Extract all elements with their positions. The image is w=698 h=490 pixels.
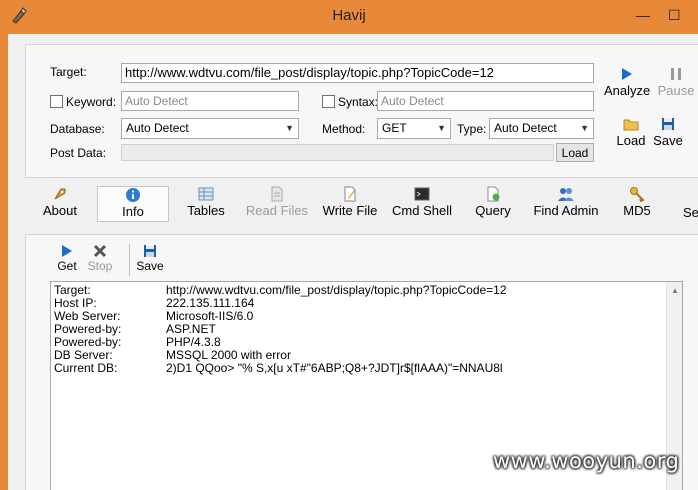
syntax-label: Syntax:	[338, 95, 379, 109]
method-label: Method:	[322, 122, 366, 136]
maximize-icon[interactable]: ☐	[668, 6, 681, 24]
database-label: Database:	[50, 122, 105, 136]
document-icon	[271, 186, 283, 202]
target-panel: Target: http://www.wdtvu.com/file_post/d…	[25, 44, 698, 178]
output-row: Current DB: 2)D1 QQoo> "% S,x[u xT#"6ABP;…	[54, 362, 679, 375]
tab-write-file-label: Write File	[322, 203, 378, 218]
pause-icon	[671, 68, 681, 80]
keyword-input[interactable]: Auto Detect	[121, 91, 299, 111]
get-label: Get	[57, 259, 77, 273]
output-row: Web Server: Microsoft-IIS/6.0	[54, 310, 679, 323]
tab-md5-label: MD5	[623, 203, 651, 218]
chevron-down-icon: ▼	[437, 123, 446, 133]
database-select[interactable]: Auto Detect ▼	[121, 118, 299, 139]
type-select[interactable]: Auto Detect ▼	[489, 118, 594, 139]
tab-settings-partial[interactable]: Se	[683, 186, 698, 222]
tab-find-admin-label: Find Admin	[533, 203, 599, 218]
scroll-up-icon[interactable]: ▲	[671, 284, 679, 297]
query-icon	[487, 186, 500, 202]
save-label: Save	[653, 133, 683, 148]
chevron-down-icon: ▼	[285, 123, 294, 133]
load-label: Load	[616, 133, 646, 148]
keyword-label: Keyword:	[66, 95, 117, 109]
postdata-input[interactable]	[121, 144, 554, 161]
tab-query[interactable]: Query	[470, 186, 516, 222]
type-label: Type:	[457, 122, 487, 136]
tab-info-label: Info	[122, 204, 144, 219]
stop-label: Stop	[87, 259, 113, 273]
rocket-icon	[54, 188, 66, 200]
output-row: Powered-by: PHP/4.3.8	[54, 336, 679, 349]
play-icon	[62, 245, 72, 257]
tab-cmd-shell-label: Cmd Shell	[392, 203, 452, 218]
play-icon	[622, 68, 632, 80]
tab-about[interactable]: About	[34, 186, 86, 222]
table-icon	[198, 187, 214, 201]
write-file-icon	[344, 186, 356, 202]
tab-cmd-shell[interactable]: Cmd Shell	[388, 186, 456, 222]
database-select-value: Auto Detect	[126, 121, 189, 135]
load-button[interactable]: Load	[612, 117, 650, 148]
floppy-icon	[662, 118, 674, 130]
tab-read-files[interactable]: Read Files	[242, 186, 312, 222]
tab-tables[interactable]: Tables	[180, 186, 232, 222]
window-title: Havij	[332, 7, 366, 24]
info-icon	[126, 188, 140, 202]
output-key: Current DB:	[54, 361, 118, 375]
target-label: Target:	[50, 65, 87, 79]
syntax-checkbox[interactable]	[322, 95, 335, 108]
users-icon	[558, 188, 574, 201]
output-row: Powered-by: ASP.NET	[54, 323, 679, 336]
analyze-button[interactable]: Analyze	[604, 67, 650, 98]
output-value: 2)D1 QQoo> "% S,x[u xT#"6ABP;Q8+?JDT]r$[…	[166, 361, 503, 375]
watermark: www.wooyun.org	[493, 449, 680, 473]
output-row: Host IP: 222.135.111.164	[54, 297, 679, 310]
output-row: Target: http://www.wdtvu.com/file_post/di…	[54, 284, 679, 297]
postdata-label: Post Data:	[50, 146, 107, 160]
type-select-value: Auto Detect	[494, 121, 557, 135]
postdata-load-button[interactable]: Load	[556, 143, 594, 162]
tab-write-file[interactable]: Write File	[316, 186, 384, 222]
pause-label: Pause	[657, 83, 695, 98]
client-area: Target: http://www.wdtvu.com/file_post/d…	[8, 34, 698, 490]
key-icon	[630, 187, 645, 202]
toolbar-separator	[129, 244, 130, 276]
minimize-icon[interactable]: —	[636, 6, 650, 24]
stop-button[interactable]: Stop	[85, 244, 115, 273]
analyze-label: Analyze	[604, 83, 651, 98]
method-select[interactable]: GET ▼	[377, 118, 451, 139]
pause-button[interactable]: Pause	[656, 67, 696, 98]
keyword-checkbox[interactable]	[50, 95, 63, 108]
floppy-icon	[144, 245, 156, 257]
folder-icon	[623, 119, 639, 131]
title-bar: Havij — ☐	[0, 0, 698, 34]
close-icon	[93, 244, 107, 258]
save-output-label: Save	[136, 259, 164, 273]
method-select-value: GET	[382, 121, 407, 135]
save-output-button[interactable]: Save	[134, 244, 166, 273]
tab-query-label: Query	[475, 203, 511, 218]
tab-about-label: About	[43, 203, 77, 218]
window-frame	[0, 34, 8, 490]
syntax-input[interactable]: Auto Detect	[377, 91, 594, 111]
tab-read-files-label: Read Files	[245, 203, 309, 218]
tab-info[interactable]: Info	[97, 186, 169, 222]
tab-settings-label: Se	[683, 205, 698, 220]
target-input[interactable]: http://www.wdtvu.com/file_post/display/t…	[121, 63, 594, 83]
tab-find-admin[interactable]: Find Admin	[526, 186, 606, 222]
save-button[interactable]: Save	[650, 117, 686, 148]
terminal-icon	[414, 187, 430, 201]
tab-tables-label: Tables	[187, 203, 225, 218]
tab-md5[interactable]: MD5	[614, 186, 660, 222]
chevron-down-icon: ▼	[580, 123, 589, 133]
get-button[interactable]: Get	[53, 244, 81, 273]
